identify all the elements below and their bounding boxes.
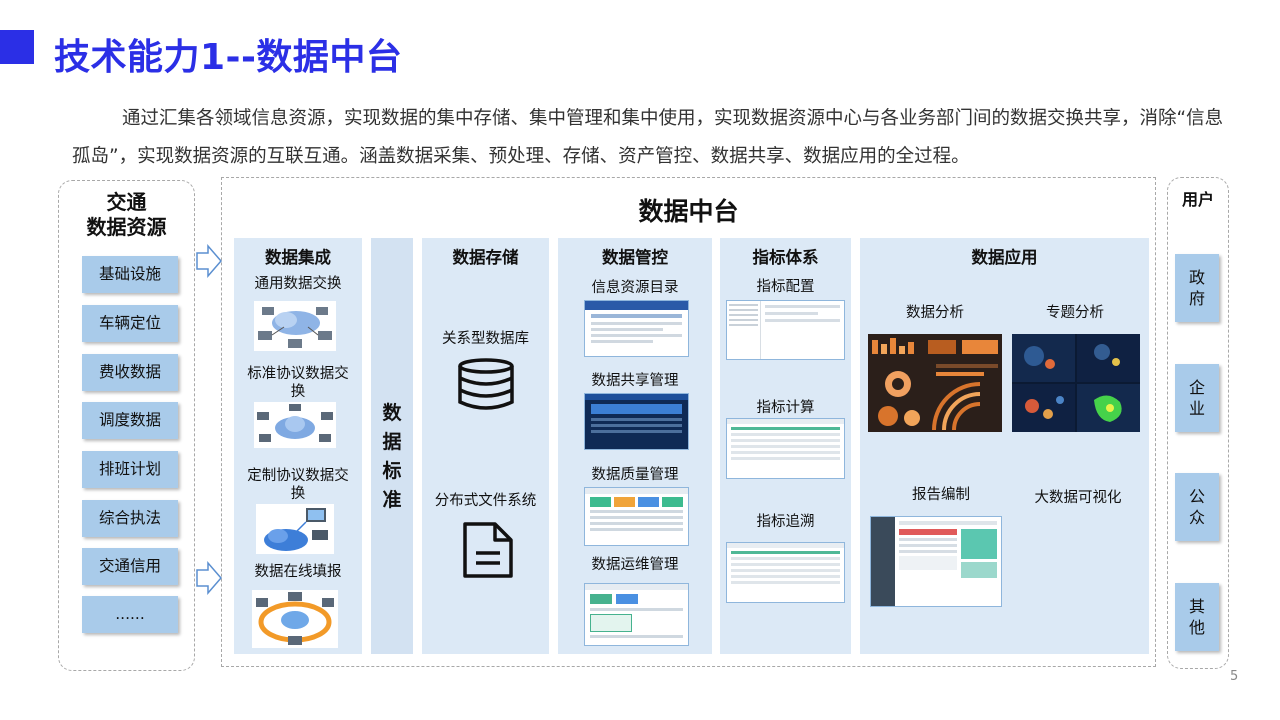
indicator-item-label: 指标配置 [756,279,815,295]
indicator-item-label: 指标计算 [756,400,815,416]
integration-item-label: 数据在线填报 [254,564,342,580]
report-editor-screenshot [870,516,1002,607]
source-item[interactable]: 车辆定位 [82,305,178,342]
integration-title: 数据集成 [265,248,331,267]
user-item-government[interactable]: 政府 [1175,254,1219,322]
document-file-icon [463,522,513,578]
data-share-screenshot [584,393,689,450]
application-item-label: 数据分析 [906,305,964,321]
intro-paragraph: 通过汇集各领域信息资源，实现数据的集中存储、集中管理和集中使用，实现数据资源中心… [72,108,1224,167]
flow-arrow-icon [196,561,222,595]
indicator-config-screenshot [726,300,845,360]
sources-title-line2: 数据资源 [86,215,167,239]
indicator-trace-screenshot [726,542,845,603]
source-item[interactable]: 费收数据 [82,354,178,391]
source-item[interactable]: 交通信用 [82,548,178,585]
platform-title: 数据中台 [638,197,739,226]
indicator-title: 指标体系 [752,248,819,267]
control-item-label: 数据共享管理 [591,373,679,389]
user-item-public[interactable]: 公众 [1175,473,1219,541]
integration-item-label: 通用数据交换 [254,276,342,292]
storage-column [422,238,549,654]
sources-title: 交通 数据资源 [58,190,195,240]
sources-title-line1: 交通 [106,190,147,214]
page-number: 5 [1230,669,1239,684]
application-title: 数据应用 [971,248,1038,267]
resource-catalog-screenshot [584,300,689,357]
data-ops-screenshot [584,583,689,646]
integration-item-label: 标准协议数据交换 [247,366,349,400]
integration-item-label: 定制协议数据交换 [247,468,349,502]
custom-protocol-icon [256,504,334,554]
application-item-label: 报告编制 [912,487,970,503]
user-item-label: 政府 [1188,268,1205,308]
source-item[interactable]: 排班计划 [82,451,178,488]
source-item[interactable]: ...... [82,596,178,633]
user-item-label: 其他 [1188,597,1205,637]
control-title: 数据管控 [602,248,668,267]
control-item-label: 数据运维管理 [591,557,679,573]
storage-item-label: 分布式文件系统 [434,493,537,509]
indicator-item-label: 指标追溯 [756,514,815,530]
application-item-label: 专题分析 [1046,305,1104,321]
control-item-label: 信息资源目录 [591,280,679,296]
user-item-label: 企业 [1188,378,1205,418]
database-icon [458,358,514,410]
indicator-calc-screenshot [726,418,845,479]
user-item-label: 公众 [1188,487,1205,527]
thematic-analysis-maps [1012,334,1140,432]
user-item-other[interactable]: 其他 [1175,583,1219,651]
storage-title: 数据存储 [452,248,519,267]
protocol-exchange-icon [254,402,336,448]
page-title: 技术能力1--数据中台 [54,37,403,78]
control-item-label: 数据质量管理 [591,467,679,483]
source-item[interactable]: 基础设施 [82,256,178,293]
source-item[interactable]: 综合执法 [82,500,178,537]
user-item-enterprise[interactable]: 企业 [1175,364,1219,432]
network-exchange-icon [254,301,336,351]
users-title: 用户 [1181,190,1214,209]
storage-item-label: 关系型数据库 [442,331,529,347]
flow-arrow-icon [196,244,222,278]
application-item-label: 大数据可视化 [1034,490,1122,506]
title-accent-bar [0,30,34,64]
source-item[interactable]: 调度数据 [82,402,178,439]
online-report-icon [252,590,338,648]
data-analysis-dashboard [868,334,1002,432]
standard-title: 数据标准 [382,402,402,511]
data-quality-screenshot [584,487,689,546]
